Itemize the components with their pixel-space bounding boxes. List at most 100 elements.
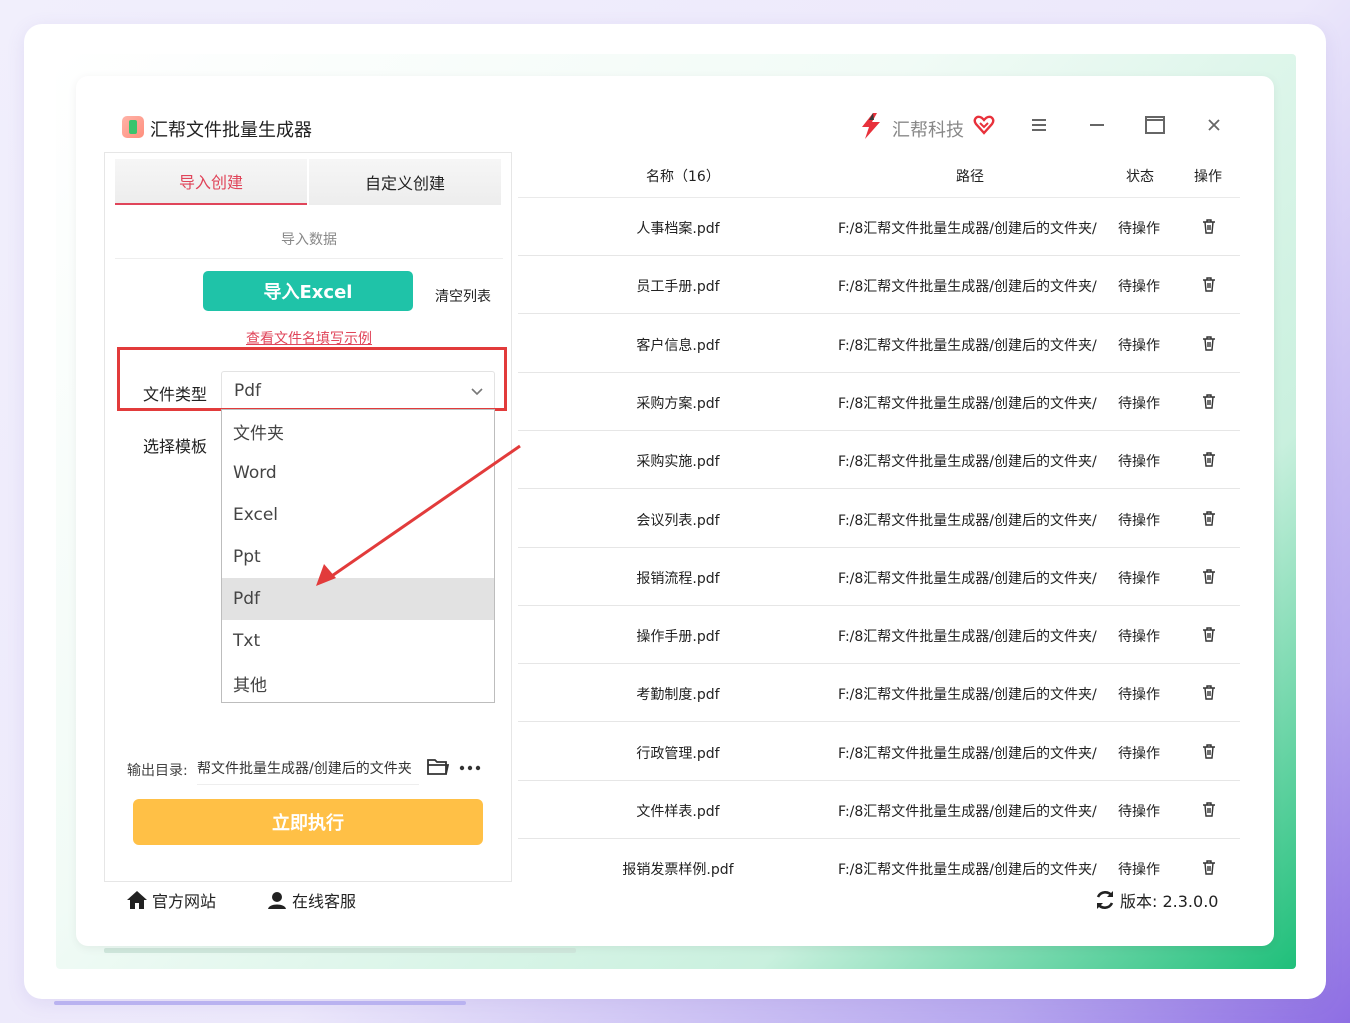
file-status: 待操作 xyxy=(1118,395,1160,412)
file-path: F:/8汇帮文件批量生成器/创建后的文件夹/ xyxy=(838,862,1097,879)
table-row: 报销发票样例.pdf F:/8汇帮文件批量生成器/创建后的文件夹/待操作 xyxy=(518,839,1240,882)
decorative-line xyxy=(54,1001,466,1005)
file-name: 采购实施.pdf xyxy=(636,454,720,471)
file-name: 会议列表.pdf xyxy=(636,512,720,529)
import-excel-button[interactable]: 导入Excel xyxy=(203,271,413,311)
brand-logo-icon xyxy=(862,113,880,139)
trash-icon[interactable] xyxy=(1200,683,1218,701)
file-status: 待操作 xyxy=(1118,687,1160,704)
app-window: 汇帮文件批量生成器 汇帮科技 导入创建 自定义创建 导入数据 导入Excel 清… xyxy=(76,76,1274,946)
more-icon[interactable] xyxy=(459,765,481,771)
table-row: 客户信息.pdf F:/8汇帮文件批量生成器/创建后的文件夹/待操作 xyxy=(518,315,1240,373)
file-name: 行政管理.pdf xyxy=(636,745,720,762)
header-path: 路径 xyxy=(956,169,984,185)
trash-icon[interactable] xyxy=(1200,217,1218,235)
trash-icon[interactable] xyxy=(1200,392,1218,410)
file-name: 采购方案.pdf xyxy=(636,395,720,412)
online-support-link[interactable]: 在线客服 xyxy=(266,888,356,912)
minimize-icon[interactable] xyxy=(1084,112,1110,138)
file-path: F:/8汇帮文件批量生成器/创建后的文件夹/ xyxy=(838,512,1097,529)
official-website-label: 官方网站 xyxy=(152,892,217,911)
dropdown-option-excel[interactable]: Excel xyxy=(222,494,494,536)
support-icon xyxy=(268,892,286,909)
refresh-icon[interactable] xyxy=(1094,889,1116,911)
trash-icon[interactable] xyxy=(1200,275,1218,293)
tab-custom-create[interactable]: 自定义创建 xyxy=(309,159,501,205)
trash-icon[interactable] xyxy=(1200,858,1218,876)
table-row: 考勤制度.pdf F:/8汇帮文件批量生成器/创建后的文件夹/待操作 xyxy=(518,664,1240,723)
table-row: 行政管理.pdf F:/8汇帮文件批量生成器/创建后的文件夹/待操作 xyxy=(518,723,1240,781)
file-name: 操作手册.pdf xyxy=(636,629,720,646)
file-path: F:/8汇帮文件批量生成器/创建后的文件夹/ xyxy=(838,454,1097,471)
dropdown-option-other[interactable]: 其他 xyxy=(222,662,494,704)
file-path: F:/8汇帮文件批量生成器/创建后的文件夹/ xyxy=(838,279,1097,296)
dropdown-option-pdf[interactable]: Pdf xyxy=(222,578,494,620)
header-action: 操作 xyxy=(1194,169,1222,185)
table-row: 采购实施.pdf F:/8汇帮文件批量生成器/创建后的文件夹/待操作 xyxy=(518,431,1240,490)
maximize-icon[interactable] xyxy=(1142,112,1168,138)
file-status: 待操作 xyxy=(1118,279,1160,296)
clear-list-button[interactable]: 清空列表 xyxy=(435,286,491,306)
section-label: 导入数据 xyxy=(281,232,337,248)
divider xyxy=(115,258,503,259)
table-row: 人事档案.pdf F:/8汇帮文件批量生成器/创建后的文件夹/待操作 xyxy=(518,198,1240,256)
file-path: F:/8汇帮文件批量生成器/创建后的文件夹/ xyxy=(838,337,1097,354)
file-status: 待操作 xyxy=(1118,629,1160,646)
app-logo-icon xyxy=(122,116,144,138)
left-panel: 导入创建 自定义创建 导入数据 导入Excel 清空列表 查看文件名填写示例 文… xyxy=(104,152,512,882)
folder-icon[interactable] xyxy=(427,757,449,777)
file-name: 报销流程.pdf xyxy=(636,570,720,587)
file-status: 待操作 xyxy=(1118,337,1160,354)
file-status: 待操作 xyxy=(1118,745,1160,762)
trash-icon[interactable] xyxy=(1200,742,1218,760)
table-row: 会议列表.pdf F:/8汇帮文件批量生成器/创建后的文件夹/待操作 xyxy=(518,490,1240,548)
trash-icon[interactable] xyxy=(1200,509,1218,527)
file-path: F:/8汇帮文件批量生成器/创建后的文件夹/ xyxy=(838,629,1097,646)
table-row: 报销流程.pdf F:/8汇帮文件批量生成器/创建后的文件夹/待操作 xyxy=(518,548,1240,606)
trash-icon[interactable] xyxy=(1200,450,1218,468)
header-name: 名称（16） xyxy=(646,169,720,185)
template-label: 选择模板 xyxy=(143,437,208,456)
online-support-label: 在线客服 xyxy=(292,892,357,911)
file-path: F:/8汇帮文件批量生成器/创建后的文件夹/ xyxy=(838,221,1097,237)
dropdown-option-ppt[interactable]: Ppt xyxy=(222,536,494,578)
output-dir-input[interactable] xyxy=(197,751,419,785)
file-path: F:/8汇帮文件批量生成器/创建后的文件夹/ xyxy=(838,804,1097,820)
table-row: 操作手册.pdf F:/8汇帮文件批量生成器/创建后的文件夹/待操作 xyxy=(518,606,1240,665)
trash-icon[interactable] xyxy=(1200,625,1218,643)
file-name: 考勤制度.pdf xyxy=(636,687,720,704)
file-status: 待操作 xyxy=(1118,512,1160,529)
home-icon xyxy=(127,891,147,909)
run-now-button[interactable]: 立即执行 xyxy=(133,799,483,845)
tab-import-create[interactable]: 导入创建 xyxy=(115,159,307,205)
file-name: 文件样表.pdf xyxy=(636,804,720,820)
version-info: 版本: 2.3.0.0 xyxy=(1094,888,1218,912)
app-title: 汇帮文件批量生成器 xyxy=(150,120,312,141)
file-status: 待操作 xyxy=(1118,454,1160,471)
file-name: 报销发票样例.pdf xyxy=(622,862,734,879)
trash-icon[interactable] xyxy=(1200,800,1218,818)
close-icon[interactable] xyxy=(1201,112,1227,138)
file-status: 待操作 xyxy=(1118,221,1160,237)
file-path: F:/8汇帮文件批量生成器/创建后的文件夹/ xyxy=(838,687,1097,704)
decorative-line xyxy=(104,948,576,953)
highlight-annotation xyxy=(117,347,507,411)
trash-icon[interactable] xyxy=(1200,334,1218,352)
file-status: 待操作 xyxy=(1118,570,1160,587)
version-label: 版本: 2.3.0.0 xyxy=(1120,892,1219,911)
file-name: 员工手册.pdf xyxy=(636,279,720,296)
dropdown-option-folder[interactable]: 文件夹 xyxy=(222,410,494,452)
brand-name: 汇帮科技 xyxy=(892,120,964,141)
trash-icon[interactable] xyxy=(1200,567,1218,585)
dropdown-option-word[interactable]: Word xyxy=(222,452,494,494)
dropdown-option-txt[interactable]: Txt xyxy=(222,620,494,662)
table-header: 名称（16） 路径 状态 操作 xyxy=(518,152,1240,198)
menu-icon[interactable] xyxy=(1026,112,1052,138)
table-row: 员工手册.pdf F:/8汇帮文件批量生成器/创建后的文件夹/待操作 xyxy=(518,256,1240,315)
official-website-link[interactable]: 官方网站 xyxy=(126,888,216,912)
output-dir-label: 输出目录: xyxy=(127,763,188,779)
file-path: F:/8汇帮文件批量生成器/创建后的文件夹/ xyxy=(838,745,1097,762)
file-type-dropdown: 文件夹 Word Excel Ppt Pdf Txt 其他 xyxy=(221,409,495,703)
file-status: 待操作 xyxy=(1118,862,1160,879)
filename-example-link[interactable]: 查看文件名填写示例 xyxy=(105,328,513,348)
